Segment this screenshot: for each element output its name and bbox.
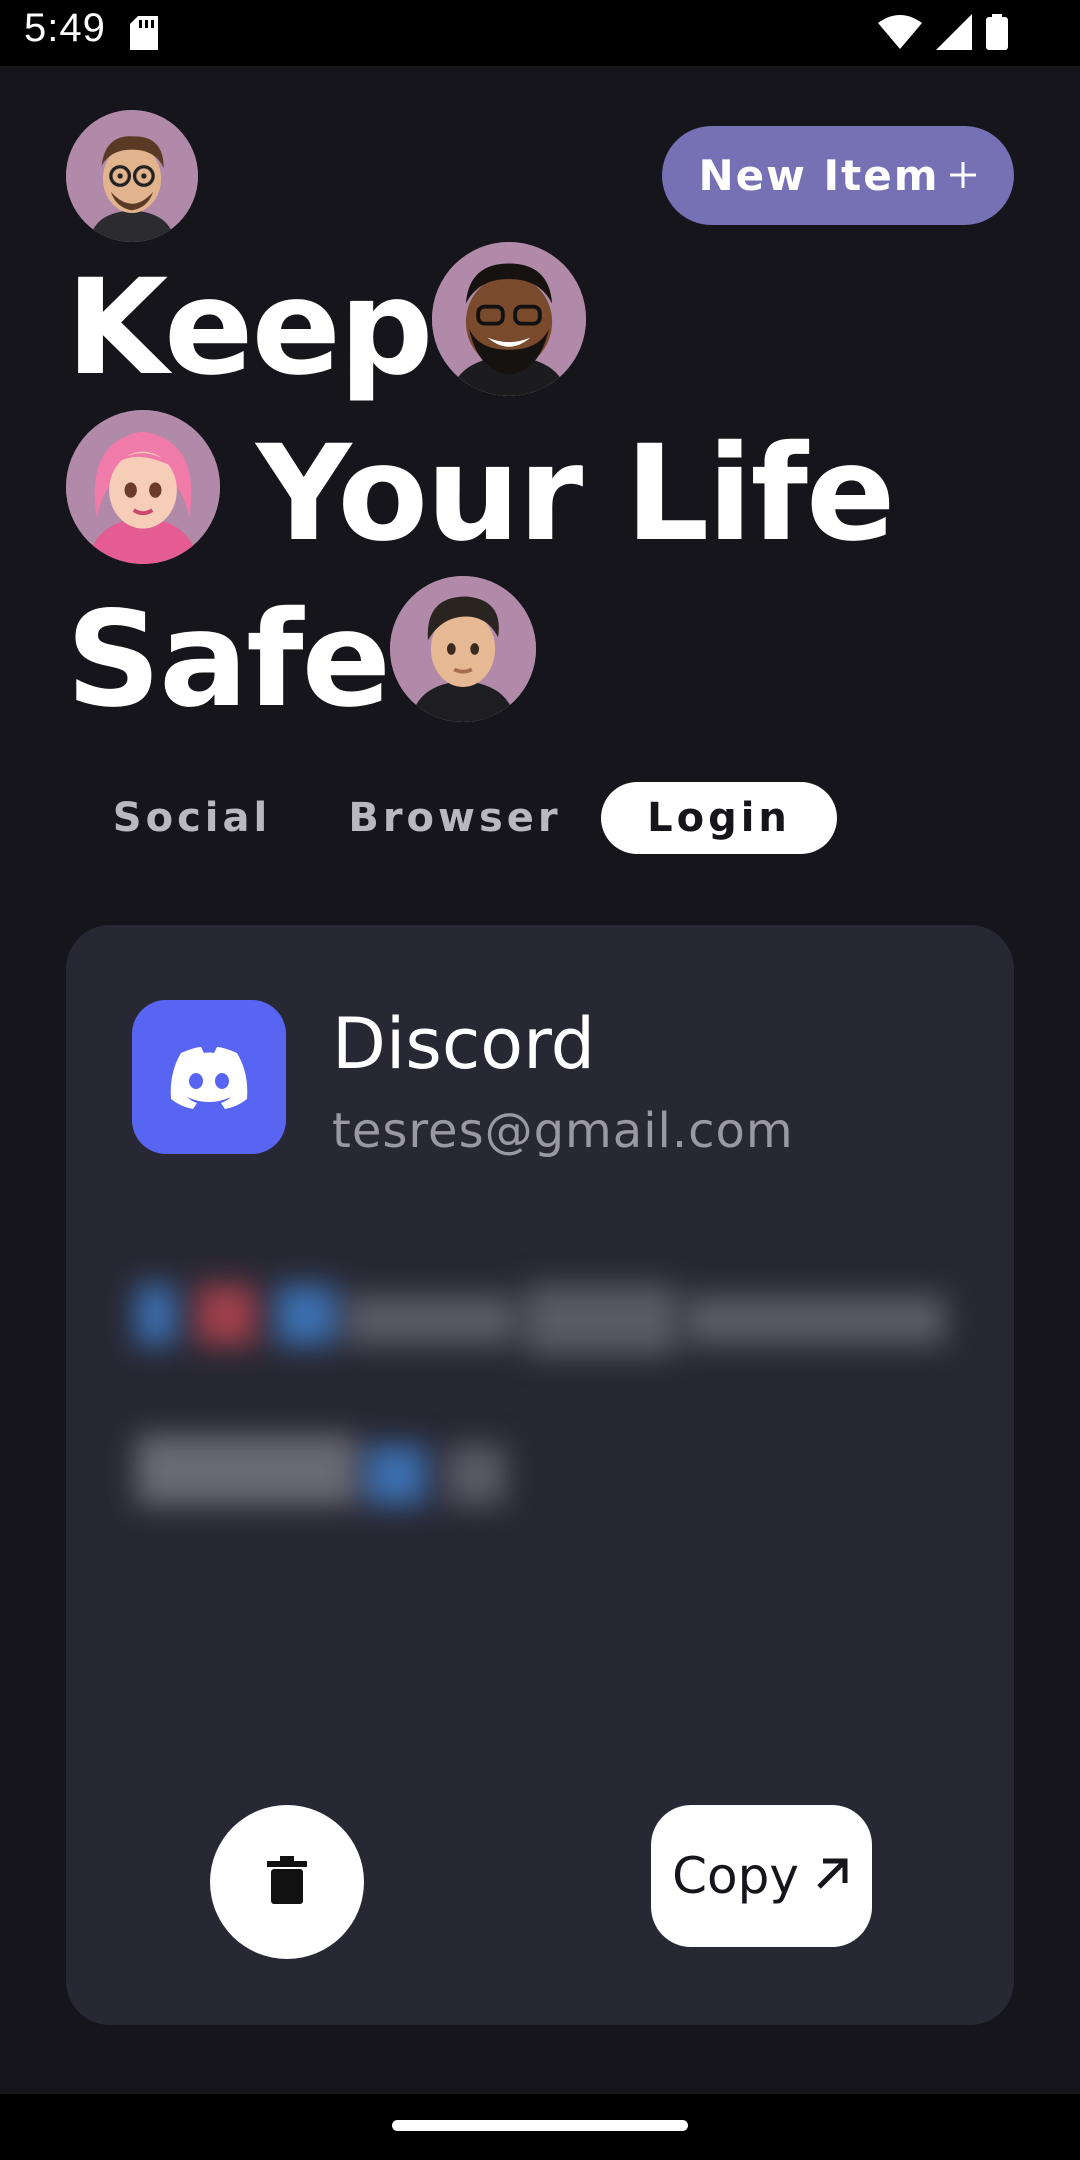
new-item-label: New Item: [698, 151, 940, 200]
login-card[interactable]: Discord tesres@gmail.com Copy: [66, 925, 1014, 2025]
tab-browser[interactable]: Browser: [344, 782, 566, 854]
tab-browser-label: Browser: [348, 795, 562, 841]
avatar-pink-hair-girl: [66, 410, 220, 564]
new-item-button[interactable]: New Item: [662, 126, 1014, 225]
tab-social[interactable]: Social: [100, 782, 284, 854]
headline-line-1: Keep: [66, 251, 434, 405]
wifi-icon: [878, 15, 922, 53]
discord-icon: [132, 1000, 286, 1154]
tab-login[interactable]: Login: [601, 782, 837, 854]
avatar-bearded-man: [432, 242, 586, 396]
hidden-password: [126, 1245, 966, 1565]
app-email: tesres@gmail.com: [332, 1103, 794, 1159]
plus-icon: [948, 151, 978, 200]
tab-social-label: Social: [112, 795, 272, 841]
sd-card-icon: [130, 16, 158, 54]
home-gesture-handle[interactable]: [392, 2120, 688, 2131]
delete-button[interactable]: [210, 1805, 364, 1959]
signal-icon: [936, 14, 972, 54]
tab-login-label: Login: [647, 795, 791, 841]
battery-icon: [986, 14, 1008, 54]
headline-line-3: Safe: [66, 583, 391, 737]
profile-avatar[interactable]: [66, 110, 198, 242]
copy-label: Copy: [672, 1847, 799, 1905]
trash-icon: [267, 1856, 307, 1908]
headline-line-2: Your Life: [256, 417, 895, 571]
navigation-bar: [0, 2094, 1080, 2160]
status-bar: 5:49: [0, 0, 1080, 66]
arrow-up-right-icon: [811, 1847, 851, 1905]
app-name: Discord: [332, 1003, 596, 1085]
copy-button[interactable]: Copy: [651, 1805, 872, 1947]
status-time: 5:49: [24, 6, 106, 50]
avatar-dark-hair-boy: [390, 576, 536, 722]
